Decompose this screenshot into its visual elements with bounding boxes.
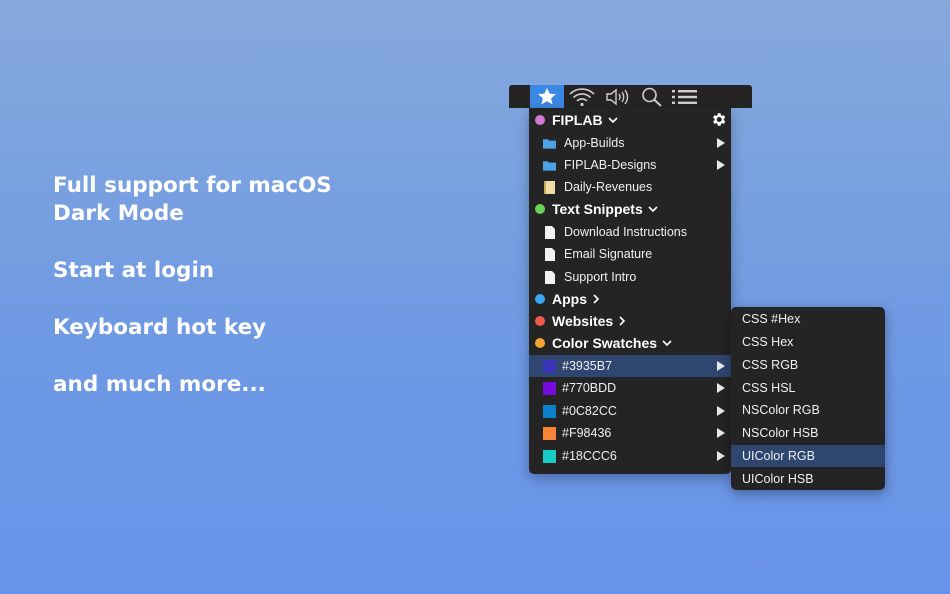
item-label: FIPLAB-Designs: [564, 158, 657, 172]
document-icon: [543, 180, 556, 194]
group-header-apps[interactable]: Apps: [529, 288, 731, 310]
list-item-swatch[interactable]: #0C82CC: [529, 400, 731, 422]
submenu-arrow-icon: [717, 383, 725, 393]
group-label: Text Snippets: [552, 201, 643, 217]
group-header-text-snippets[interactable]: Text Snippets: [529, 198, 731, 220]
chevron-down-icon: [648, 205, 658, 213]
item-label: #3935B7: [562, 359, 613, 373]
list-item-folder[interactable]: FIPLAB-Designs: [529, 154, 731, 176]
group-label: Color Swatches: [552, 335, 658, 351]
chevron-right-icon: [618, 316, 626, 326]
list-item-swatch[interactable]: #18CCC6: [529, 445, 731, 467]
item-label: Download Instructions: [564, 225, 687, 239]
submenu-item[interactable]: CSS #Hex: [731, 308, 885, 330]
item-label: Support Intro: [564, 270, 637, 284]
page-icon: [543, 247, 556, 261]
submenu-item[interactable]: UIColor RGB: [731, 445, 885, 467]
feature-text: Start at login: [53, 258, 215, 283]
submenu-arrow-icon: [717, 428, 725, 438]
chevron-down-icon: [607, 116, 618, 124]
item-label: Email Signature: [564, 247, 653, 261]
feature-text: Full support for macOS: [53, 173, 332, 198]
group-header-color-swatches[interactable]: Color Swatches: [529, 332, 731, 354]
folder-icon: [543, 159, 556, 172]
submenu-item[interactable]: UIColor HSB: [731, 468, 885, 490]
submenu-arrow-icon: [717, 160, 725, 170]
page-icon: [543, 270, 556, 284]
submenu-item[interactable]: CSS RGB: [731, 354, 885, 376]
group-color-dot: [535, 294, 545, 304]
menu-bar: [509, 85, 752, 108]
list-item-snippet[interactable]: Download Instructions: [529, 221, 731, 243]
list-item-snippet[interactable]: Support Intro: [529, 266, 731, 288]
list-item-snippet[interactable]: Email Signature: [529, 243, 731, 265]
color-swatch: [543, 381, 556, 395]
gear-icon[interactable]: [710, 111, 727, 131]
list-item-folder[interactable]: App-Builds: [529, 132, 731, 154]
list-item-file[interactable]: Daily-Revenues: [529, 176, 731, 198]
item-label: App-Builds: [564, 136, 625, 150]
submenu-arrow-icon: [717, 451, 725, 461]
list-item-swatch[interactable]: #F98436: [529, 422, 731, 444]
feature-text: and much more...: [53, 372, 266, 397]
dropdown-menu: FIPLAB App-Builds FIPLAB-Designs Daily-R…: [529, 108, 731, 474]
list-item-swatch[interactable]: #3935B7: [529, 355, 731, 377]
volume-icon[interactable]: [603, 85, 633, 108]
group-color-dot: [535, 115, 545, 125]
group-color-dot: [535, 316, 545, 326]
color-swatch: [543, 449, 556, 463]
feature-text: Dark Mode: [53, 201, 184, 226]
group-color-dot: [535, 338, 545, 348]
item-label: #18CCC6: [562, 449, 617, 463]
feature-text: Keyboard hot key: [53, 315, 267, 340]
color-swatch: [543, 426, 556, 440]
chevron-right-icon: [592, 294, 600, 304]
group-label: FIPLAB: [552, 112, 603, 128]
group-color-dot: [535, 204, 545, 214]
submenu-arrow-icon: [717, 406, 725, 416]
page-icon: [543, 225, 556, 239]
folder-icon: [543, 137, 556, 150]
group-header-websites[interactable]: Websites: [529, 310, 731, 332]
item-label: #770BDD: [562, 381, 617, 395]
item-label: #0C82CC: [562, 404, 617, 418]
list-item-swatch[interactable]: #770BDD: [529, 377, 731, 399]
submenu-arrow-icon: [717, 361, 725, 371]
submenu-item[interactable]: NSColor RGB: [731, 399, 885, 421]
group-label: Websites: [552, 313, 614, 329]
feature-list: Full support for macOS Dark Mode Start a…: [53, 172, 332, 399]
color-swatch: [543, 359, 556, 373]
search-icon[interactable]: [639, 85, 665, 108]
submenu-arrow-icon: [717, 138, 725, 148]
submenu-item[interactable]: NSColor HSB: [731, 422, 885, 444]
group-label: Apps: [552, 291, 587, 307]
submenu-item[interactable]: CSS HSL: [731, 377, 885, 399]
submenu-item[interactable]: CSS Hex: [731, 331, 885, 353]
item-label: Daily-Revenues: [564, 180, 653, 194]
item-label: #F98436: [562, 426, 612, 440]
color-format-submenu: CSS #Hex CSS Hex CSS RGB CSS HSL NSColor…: [731, 307, 885, 490]
star-icon[interactable]: [530, 85, 564, 108]
list-icon[interactable]: [669, 85, 701, 108]
color-swatch: [543, 404, 556, 418]
chevron-down-icon: [662, 339, 672, 347]
group-header-fiplab[interactable]: FIPLAB: [529, 109, 731, 131]
wifi-icon[interactable]: [566, 85, 598, 108]
